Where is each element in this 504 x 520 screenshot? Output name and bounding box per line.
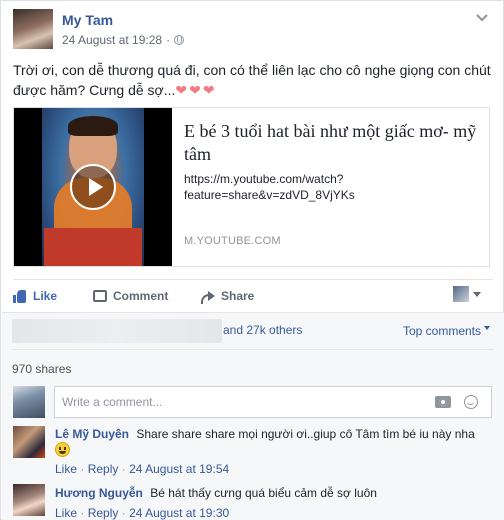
thumbs-up-icon <box>13 289 27 303</box>
top-comments-dropdown[interactable]: Top comments <box>403 324 490 338</box>
caret-down-icon <box>484 326 490 330</box>
comments-section: and 27k others Top comments 970 shares L… <box>2 312 504 520</box>
share-button[interactable]: Share <box>201 289 255 304</box>
author-name[interactable]: My Tam <box>62 12 113 28</box>
comment-meta: Like · Reply · 24 August at 19:30 <box>55 506 229 520</box>
commenter-avatar[interactable] <box>13 426 45 458</box>
comment-text: Bé hát thấy cưng quá biểu cảm dễ sợ luôn <box>150 486 377 500</box>
meta-separator: · <box>80 506 88 520</box>
top-comments-label: Top comments <box>402 324 481 338</box>
comment-reply-link[interactable]: Reply <box>88 506 119 520</box>
post-meta: 24 August at 19:28 · <box>62 33 185 47</box>
globe-icon[interactable] <box>174 35 185 45</box>
share-arrow-icon <box>201 290 215 304</box>
commenter-avatar[interactable] <box>13 484 45 516</box>
shares-count[interactable]: 970 shares <box>12 362 71 376</box>
comment-timestamp[interactable]: 24 August at 19:54 <box>129 462 229 476</box>
commenter-name[interactable]: Hương Nguyễn <box>55 486 143 500</box>
comment-item: Lê Mỹ Duyên Share share share mọi người … <box>55 426 495 458</box>
post-card: My Tam 24 August at 19:28 · Trời ơi, con… <box>0 0 504 520</box>
play-icon[interactable] <box>70 164 116 210</box>
like-label: Like <box>33 289 58 303</box>
like-button[interactable]: Like <box>13 289 57 303</box>
comment-reply-link[interactable]: Reply <box>88 462 119 476</box>
share-label: Share <box>221 289 255 303</box>
comment-timestamp[interactable]: 24 August at 19:30 <box>129 506 229 520</box>
preview-domain: M.YOUTUBE.COM <box>184 235 281 247</box>
comment-text: Share share share mọi người ơi..giup cô … <box>136 427 475 441</box>
emoji-icon[interactable] <box>464 395 478 409</box>
reactions-others-link[interactable]: and 27k others <box>223 323 302 337</box>
post-as-selector[interactable] <box>453 286 481 302</box>
comment-icon <box>93 290 107 302</box>
link-preview[interactable]: E bé 3 tuổi hat bài như một giấc mơ- mỹ … <box>13 107 490 267</box>
divider <box>12 349 494 350</box>
post-text: Trời ơi, con dễ thương quá đi, con có th… <box>13 60 493 100</box>
action-bar: Like Comment Share <box>13 279 493 311</box>
heart-emoji: ❤❤❤ <box>175 82 217 98</box>
caret-down-icon <box>473 291 481 297</box>
comment-button[interactable]: Comment <box>93 289 168 303</box>
chevron-down-icon[interactable] <box>475 13 489 23</box>
comment-input[interactable] <box>55 387 425 417</box>
reactors-names-blurred <box>12 319 222 343</box>
thumbnail-chair <box>44 228 142 266</box>
comment-like-link[interactable]: Like <box>55 506 77 520</box>
viewer-comment-avatar <box>13 386 45 418</box>
viewer-avatar <box>453 286 469 302</box>
camera-icon[interactable] <box>435 396 451 408</box>
preview-url: https://m.youtube.com/watch?feature=shar… <box>184 172 355 202</box>
meta-separator: · <box>121 462 130 476</box>
preview-title[interactable]: E bé 3 tuổi hat bài như một giấc mơ- mỹ … <box>184 120 484 166</box>
comment-like-link[interactable]: Like <box>55 462 77 476</box>
thumbnail-child-hair <box>68 116 118 136</box>
meta-separator: · <box>80 462 88 476</box>
grinning-emoji-icon <box>55 442 70 457</box>
post-body: Trời ơi, con dễ thương quá đi, con có th… <box>13 62 491 98</box>
comment-label: Comment <box>113 289 169 303</box>
post-timestamp[interactable]: 24 August at 19:28 <box>62 33 162 47</box>
comment-box[interactable] <box>54 386 492 418</box>
commenter-name[interactable]: Lê Mỹ Duyên <box>55 427 129 441</box>
comment-meta: Like · Reply · 24 August at 19:54 <box>55 462 229 476</box>
meta-separator: · <box>166 33 171 47</box>
meta-separator: · <box>121 506 130 520</box>
comment-item: Hương Nguyễn Bé hát thấy cưng quá biểu c… <box>55 485 495 501</box>
author-avatar[interactable] <box>13 9 53 49</box>
video-thumbnail[interactable] <box>14 108 172 266</box>
